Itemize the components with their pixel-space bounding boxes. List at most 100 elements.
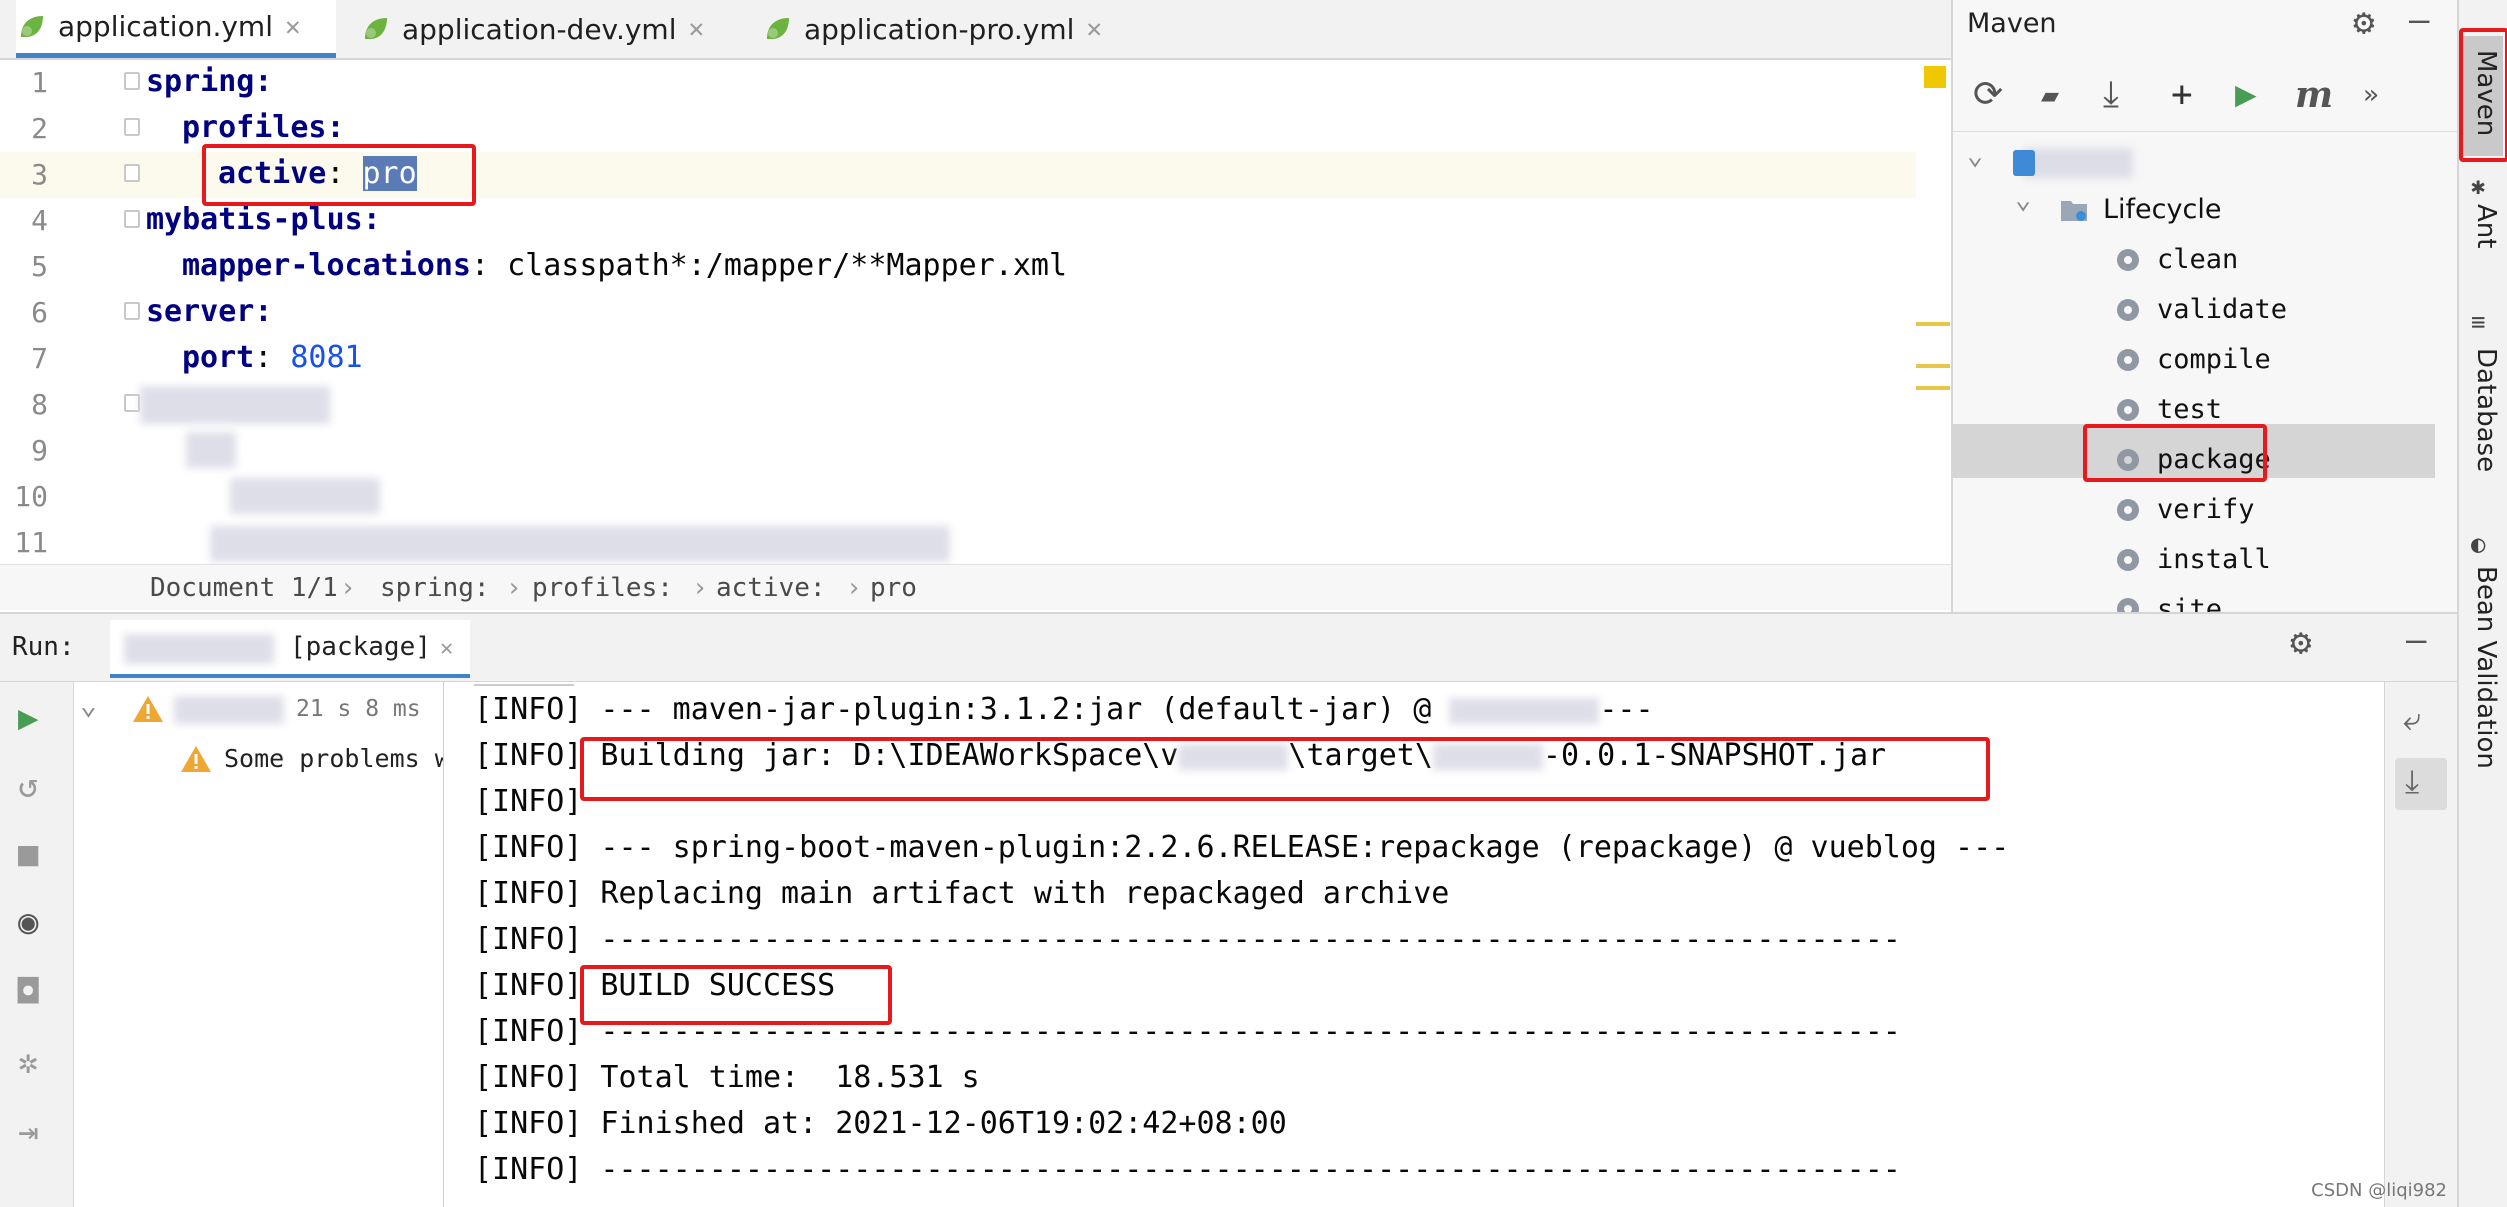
eye-icon[interactable]: ◉ [18,902,38,942]
gear-icon [2117,248,2139,271]
tab-application-yml[interactable]: application.yml ✕ [16,0,336,58]
fold-icon[interactable] [124,72,140,90]
camera-icon[interactable]: ◘ [18,972,38,1012]
lifecycle-goal[interactable]: verify [2113,494,2255,525]
maven-goal-icon[interactable]: m [2295,74,2333,116]
code-editor[interactable]: 1 2 3 4 5 6 7 8 9 10 11 spring: profiles… [0,60,1951,564]
line-number: 8 [31,388,48,421]
add-icon[interactable]: + [2171,74,2193,115]
soft-wrap-icon[interactable]: ⤶ [2403,700,2421,739]
lifecycle-goal[interactable]: install [2113,544,2271,575]
gear-icon[interactable]: ⚙ [2353,2,2375,43]
gear-icon [2117,598,2139,612]
spring-leaf-icon [21,15,43,37]
run-tab[interactable]: [package] ✕ [110,620,470,678]
redacted-text [210,526,950,562]
redacted-text [174,696,284,724]
chevron-down-icon[interactable]: ⌄ [80,688,97,721]
code-line: server: [146,294,273,329]
breadcrumb-item[interactable]: active: [716,573,826,603]
right-tool-stripe: Maven ✱ Ant ≡ Database ◐ Bean Validation [2457,0,2507,1207]
console-line: [INFO] Finished at: 2021-12-06T19:02:42+… [474,1106,1287,1141]
redacted-text [1449,697,1600,724]
maven-panel: Maven ⚙ — ⟳ ▰ ⤓ + ▶ m » ⌄ ⌄ Lifecycle cl… [1951,0,2459,612]
fold-icon[interactable] [124,210,140,228]
code-line: mapper-locations: classpath*:/mapper/**M… [182,248,1068,283]
scroll-to-end-icon[interactable]: ⤓ [2405,762,2419,801]
line-number: 9 [31,434,48,467]
tool-window-bean-validation[interactable]: Bean Validation [2471,566,2501,769]
fold-icon[interactable] [124,118,140,136]
download-icon[interactable]: ⤓ [2103,74,2119,116]
more-icon[interactable]: » [2363,80,2379,110]
chevron-down-icon[interactable]: ⌄ [1967,140,1983,171]
tab-application-pro-yml[interactable]: application-pro.yml ✕ [762,0,1142,58]
lifecycle-goal[interactable]: compile [2113,344,2271,375]
tab-application-dev-yml[interactable]: application-dev.yml ✕ [360,0,730,58]
redacted-text [124,634,274,664]
lifecycle-goal[interactable]: test [2113,394,2222,425]
run-icon[interactable]: ▶ [2235,74,2257,115]
gear-icon [2117,298,2139,321]
settings-icon[interactable]: ✲ [18,1042,38,1082]
highlight-box-build-success [580,965,892,1025]
tab-label: application-dev.yml [402,12,677,46]
maven-project-icon [2013,150,2035,176]
fold-icon[interactable] [124,394,140,412]
console-line: [INFO] ---------------------------------… [474,922,1901,957]
breadcrumb-item[interactable]: profiles: [532,573,673,603]
breadcrumb-item[interactable]: Document 1/1 [150,573,338,603]
rerun-icon[interactable]: ▶ [18,698,38,738]
code-line: port: 8081 [182,340,363,375]
redacted-text [230,478,380,514]
minimize-icon[interactable]: — [2406,620,2426,660]
minimize-icon[interactable]: — [2409,0,2429,40]
line-number: 6 [31,296,48,329]
redacted-project-name [2023,148,2133,178]
ant-icon: ✱ [2471,172,2486,200]
stop-icon[interactable]: ■ [18,834,38,874]
console-line: [INFO] ---------------------------------… [474,1152,1901,1187]
console-line: [INFO] --- spring-boot-maven-plugin:2.2.… [474,830,2010,865]
warning-text[interactable]: Some problems w [224,744,443,773]
breadcrumb-item[interactable]: spring: [380,573,490,603]
fold-icon[interactable] [124,302,140,320]
lifecycle-goal[interactable]: validate [2113,294,2287,325]
close-icon[interactable]: ✕ [1086,14,1102,44]
exit-icon[interactable]: ⇥ [18,1112,38,1152]
warning-icon [133,696,163,722]
redacted-text [186,432,236,468]
close-icon[interactable]: ✕ [688,14,704,44]
watermark: CSDN @liqi982 [2311,1180,2447,1201]
tool-window-ant[interactable]: Ant [2471,204,2501,248]
error-stripe-mark [1916,364,1950,368]
lifecycle-goal[interactable]: clean [2113,244,2238,275]
line-number: 4 [31,204,48,237]
chevron-down-icon[interactable]: ⌄ [2015,184,2031,215]
close-icon[interactable]: ✕ [285,12,301,42]
lifecycle-goal[interactable]: site [2113,594,2222,612]
line-number: 11 [14,526,48,559]
warning-icon [181,746,211,772]
fold-icon[interactable] [124,164,140,182]
debug-icon[interactable]: ↺ [18,766,38,806]
highlight-box-active-profile [202,144,476,206]
breadcrumb-item[interactable]: pro [870,573,917,603]
maven-toolbar: ⟳ ▰ ⤓ + ▶ m » [1953,60,2459,132]
tree-lifecycle[interactable]: Lifecycle [2059,194,2221,225]
close-icon[interactable]: ✕ [440,636,453,661]
code-line: profiles: [182,110,345,145]
tool-window-database[interactable]: Database [2471,348,2501,472]
bean-validation-icon: ◐ [2471,530,2486,558]
gear-icon[interactable]: ⚙ [2290,622,2312,663]
console-line: [INFO] [474,784,583,819]
error-stripe-mark [1916,322,1950,326]
editor-tab-bar: application.yml ✕ application-dev.yml ✕ … [0,0,1951,60]
generate-sources-icon[interactable]: ▰ [2041,78,2059,113]
line-number: 1 [31,66,48,99]
line-number: 7 [31,342,48,375]
reload-icon[interactable]: ⟳ [1973,74,2003,115]
editor-scrollbar[interactable] [1916,60,1950,564]
console-output[interactable]: [INFO] --- maven-jar-plugin:3.1.2:jar (d… [444,682,2384,1207]
redacted-text [140,386,330,424]
